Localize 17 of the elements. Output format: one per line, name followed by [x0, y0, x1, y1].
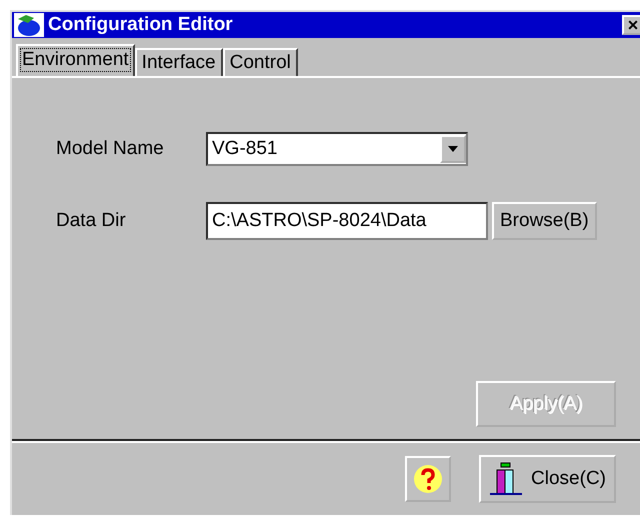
- tab[interactable]: Control: [222, 48, 298, 76]
- tab[interactable]: Interface: [134, 48, 223, 76]
- help-button[interactable]: [405, 456, 452, 502]
- exit-door-icon: [489, 462, 524, 496]
- field-label: Model Name: [56, 138, 165, 160]
- window-title: Configuration Editor: [48, 14, 234, 36]
- tab[interactable]: Environment: [16, 44, 135, 76]
- app-icon: [14, 13, 44, 37]
- dropdown-button[interactable]: [440, 135, 466, 163]
- input-field[interactable]: C:\ASTRO\SP-8024\Data: [206, 202, 488, 240]
- caret-icon: [448, 146, 458, 152]
- help-icon: [413, 464, 444, 494]
- field-label: Data Dir: [56, 210, 127, 232]
- close-button[interactable]: ×: [622, 15, 640, 35]
- browse-button[interactable]: Browse(B): [492, 202, 597, 240]
- close-dialog-button[interactable]: Close(C): [479, 455, 616, 503]
- dropdown[interactable]: VG-851: [206, 132, 468, 166]
